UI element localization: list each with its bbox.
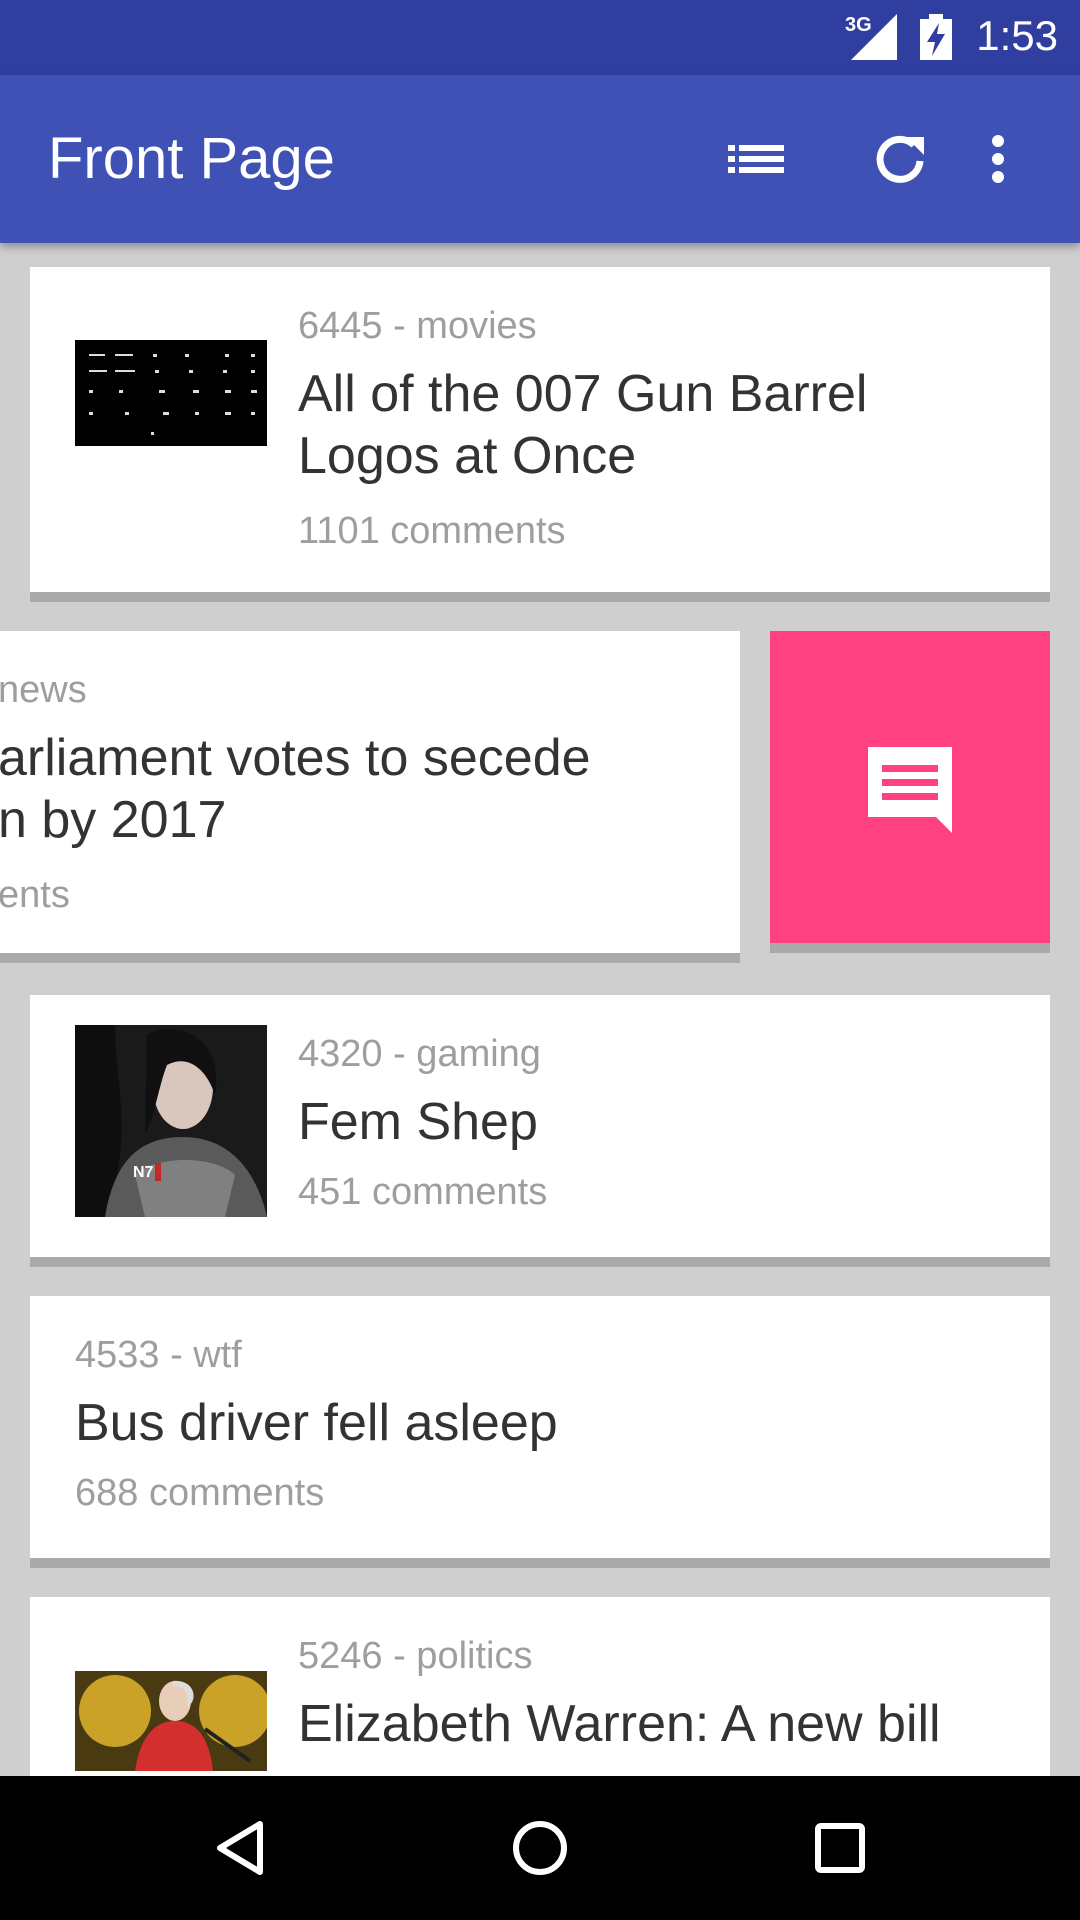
post-card[interactable]: N7 4320 - gaming Fem Shep 451 comments [30, 995, 1050, 1267]
svg-text:N7: N7 [133, 1164, 154, 1181]
post-thumbnail [75, 340, 267, 446]
post-meta: 5246 - politics [298, 1635, 533, 1677]
post-title: Bus driver fell asleep [75, 1394, 558, 1452]
comment-icon [868, 747, 952, 833]
comments-action-button[interactable] [770, 631, 1050, 953]
more-vert-icon[interactable] [978, 129, 1018, 189]
post-comments[interactable]: 1101 comments [298, 510, 566, 553]
post-card-swiped[interactable]: news arliament votes to secede n by 2017… [0, 631, 740, 963]
post-list: 6445 - movies All of the 007 Gun Barrel … [0, 243, 1080, 1776]
system-nav-bar [0, 1776, 1080, 1920]
back-icon[interactable] [208, 1816, 272, 1880]
post-card[interactable]: 5246 - politics Elizabeth Warren: A new … [30, 1597, 1050, 1776]
status-bar: 3G 1:53 [0, 0, 1080, 75]
post-comments[interactable]: ents [0, 874, 70, 917]
app-bar: Front Page [0, 75, 1080, 243]
recents-icon[interactable] [808, 1816, 872, 1880]
post-meta: news [0, 669, 87, 711]
post-card[interactable]: 6445 - movies All of the 007 Gun Barrel … [30, 267, 1050, 602]
post-meta: 4320 - gaming [298, 1033, 541, 1075]
post-title-line-1: arliament votes to secede [0, 729, 591, 787]
clock: 1:53 [976, 12, 1058, 59]
page-title: Front Page [48, 126, 335, 191]
battery-charging-icon [920, 14, 952, 60]
post-title: Elizabeth Warren: A new bill [298, 1695, 941, 1753]
post-card[interactable]: 4533 - wtf Bus driver fell asleep 688 co… [30, 1296, 1050, 1568]
signal-icon [851, 14, 897, 60]
post-meta: 4533 - wtf [75, 1334, 242, 1376]
post-meta: 6445 - movies [298, 305, 537, 347]
post-thumbnail [75, 1671, 267, 1771]
post-title-line-2: n by 2017 [0, 791, 227, 849]
post-thumbnail: N7 [75, 1025, 267, 1217]
post-title: Fem Shep [298, 1093, 538, 1151]
refresh-icon[interactable] [870, 129, 930, 189]
list-icon[interactable] [726, 129, 786, 189]
home-icon[interactable] [508, 1816, 572, 1880]
post-comments[interactable]: 451 comments [298, 1171, 547, 1214]
post-comments[interactable]: 688 comments [75, 1472, 324, 1515]
post-title: All of the 007 Gun Barrel Logos at Once [298, 365, 868, 485]
